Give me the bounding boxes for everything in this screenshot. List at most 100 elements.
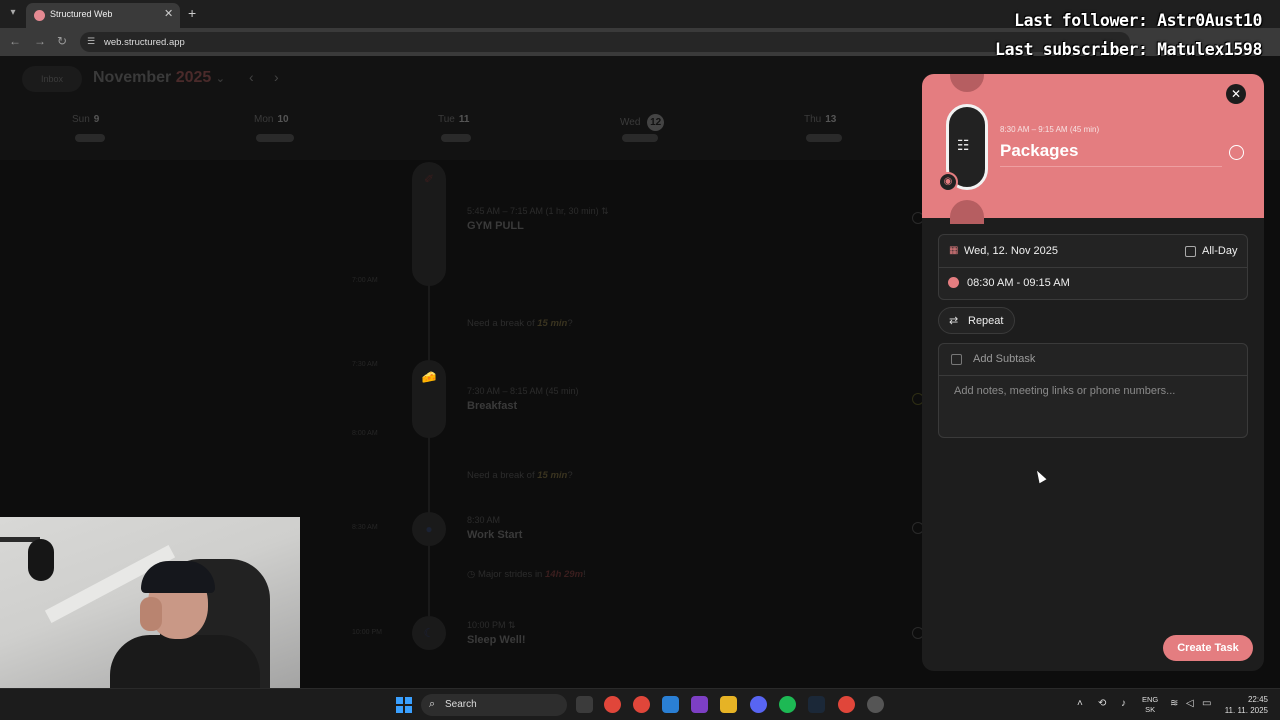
file-explorer-icon[interactable] — [720, 696, 737, 713]
close-icon[interactable]: ✕ — [164, 7, 173, 20]
repeat-label: Repeat — [968, 315, 1004, 327]
new-task-panel: ☷ ◉ 8:30 AM – 9:15 AM (45 min) Packages … — [922, 74, 1264, 671]
complete-circle-icon[interactable] — [1229, 145, 1244, 160]
task-time-summary: 8:30 AM – 9:15 AM (45 min) — [1000, 125, 1100, 134]
break-hint: Need a break of 15 min? — [467, 470, 573, 481]
time-field[interactable]: 08:30 AM - 09:15 AM — [967, 277, 1070, 289]
event-dots — [75, 134, 105, 142]
streamer-cap — [141, 561, 215, 593]
event-title[interactable]: Work Start — [467, 529, 522, 541]
sync-icon[interactable]: ⟲ — [1098, 698, 1106, 709]
subtask-checkbox[interactable] — [951, 354, 962, 365]
day-number: 10 — [277, 114, 289, 125]
day-name: Thu — [804, 114, 822, 125]
store-icon[interactable] — [662, 696, 679, 713]
day-column-tue[interactable]: Tue 11 — [438, 114, 518, 142]
clock-date: 11. 11. 2025 — [1224, 706, 1268, 715]
inbox-button[interactable]: Inbox — [22, 66, 82, 92]
notes-textarea[interactable]: Add notes, meeting links or phone number… — [954, 385, 1175, 397]
event-pill-breakfast[interactable]: 🧀 — [412, 360, 446, 438]
time-label: 10:00 PM — [352, 629, 382, 636]
forward-icon[interactable]: → — [34, 34, 46, 48]
steam-icon[interactable] — [808, 696, 825, 713]
microphone — [28, 539, 54, 581]
task-view-icon[interactable] — [576, 696, 593, 713]
battery-icon[interactable]: ▭ — [1202, 698, 1211, 709]
repeat-button[interactable]: ⇄ Repeat — [938, 307, 1015, 334]
app-icon[interactable] — [691, 696, 708, 713]
site-info-icon[interactable]: ☰ — [87, 36, 95, 47]
clock-time: 22:45 — [1247, 695, 1268, 704]
windows-taskbar: ⌕ Search ˄ ⟲ ♪ ENG SK ≋ ◁ ▭ 22:45 11. 11… — [0, 688, 1280, 720]
date-field[interactable]: Wed, 12. Nov 2025 — [964, 245, 1058, 257]
taskbar-search[interactable]: ⌕ Search — [421, 694, 567, 716]
day-column-sun[interactable]: Sun 9 — [72, 114, 152, 142]
checklist-icon: ☷ — [957, 137, 970, 153]
reload-icon[interactable]: ↻ — [57, 34, 67, 48]
next-week-icon[interactable]: › — [274, 69, 279, 85]
app-icon[interactable] — [867, 696, 884, 713]
search-label: Search — [445, 699, 477, 710]
event-time: 8:30 AM — [467, 515, 501, 525]
tray-overflow-icon[interactable]: ˄ — [1077, 698, 1083, 709]
plus-icon[interactable]: + — [188, 5, 196, 21]
day-name: Wed — [620, 117, 641, 128]
volume-icon[interactable]: ◁ — [1186, 698, 1194, 709]
adjacent-event-pill — [950, 74, 984, 92]
event-time: 7:30 AM – 8:15 AM (45 min) — [467, 386, 579, 396]
datetime-box: ▦ Wed, 12. Nov 2025 All-Day 08:30 AM - 0… — [938, 234, 1248, 300]
discord-icon[interactable] — [750, 696, 767, 713]
close-icon[interactable]: ✕ — [1226, 84, 1246, 104]
event-pill-sleep[interactable]: ☾ — [412, 616, 446, 650]
major-strides-hint: ◷ Major strides in 14h 29m! — [467, 569, 586, 580]
break-hint: Need a break of 15 min? — [467, 318, 573, 329]
palette-icon[interactable]: ◉ — [938, 172, 958, 192]
day-name: Sun — [72, 114, 90, 125]
event-pill-gym[interactable]: ✐ — [412, 162, 446, 286]
system-clock[interactable]: 22:45 11. 11. 2025 — [1224, 694, 1268, 716]
chrome-icon[interactable] — [633, 696, 650, 713]
event-title[interactable]: Sleep Well! — [467, 634, 525, 646]
chevron-down-icon[interactable]: ▾ — [4, 4, 22, 22]
day-number-today: 12 — [647, 114, 665, 131]
language-indicator[interactable]: ENG SK — [1142, 695, 1158, 715]
clock-icon — [948, 277, 959, 288]
event-title[interactable]: GYM PULL — [467, 220, 524, 232]
day-column-mon[interactable]: Mon 10 — [254, 114, 334, 142]
last-subscriber-overlay: Last subscriber: Matulex1598 — [995, 40, 1262, 59]
all-day-checkbox[interactable] — [1185, 246, 1196, 257]
adjacent-event-pill — [950, 200, 984, 224]
keyboard-layout: SK — [1145, 705, 1156, 714]
day-column-wed[interactable]: Wed 12 — [620, 114, 700, 142]
all-day-label[interactable]: All-Day — [1202, 245, 1237, 257]
wifi-icon[interactable]: ≋ — [1170, 698, 1178, 709]
search-icon: ⌕ — [429, 698, 436, 710]
add-subtask-input[interactable]: Add Subtask — [973, 353, 1035, 365]
chrome-icon[interactable] — [838, 696, 855, 713]
back-icon[interactable]: ← — [9, 34, 21, 48]
day-column-thu[interactable]: Thu 13 — [804, 114, 884, 142]
prev-week-icon[interactable]: ‹ — [249, 69, 254, 85]
day-name: Mon — [254, 114, 274, 125]
browser-tab[interactable]: Structured Web ✕ — [26, 3, 180, 28]
event-pill-work[interactable]: ● — [412, 512, 446, 546]
spotify-icon[interactable] — [779, 696, 796, 713]
chevron-down-icon: ⌄ — [215, 73, 225, 85]
day-number: 11 — [458, 114, 470, 125]
favicon-icon — [34, 10, 45, 21]
create-task-button[interactable]: Create Task — [1163, 635, 1253, 661]
address-bar[interactable]: ☰ web.structured.app — [80, 32, 1130, 52]
time-label: 8:30 AM — [352, 524, 378, 531]
task-title-input[interactable]: Packages — [1000, 141, 1078, 161]
title-underline — [1000, 166, 1222, 167]
tab-title: Structured Web — [50, 9, 113, 19]
microphone-icon[interactable]: ♪ — [1121, 698, 1126, 709]
last-follower-overlay: Last follower: Astr0Aust10 — [1014, 11, 1262, 30]
event-dots — [806, 134, 842, 142]
chrome-icon[interactable] — [604, 696, 621, 713]
month-title[interactable]: November 2025 ⌄ — [93, 69, 225, 87]
windows-start-icon[interactable] — [396, 697, 412, 713]
event-title[interactable]: Breakfast — [467, 400, 517, 412]
time-label: 7:30 AM — [352, 361, 378, 368]
day-number: 9 — [93, 114, 100, 125]
